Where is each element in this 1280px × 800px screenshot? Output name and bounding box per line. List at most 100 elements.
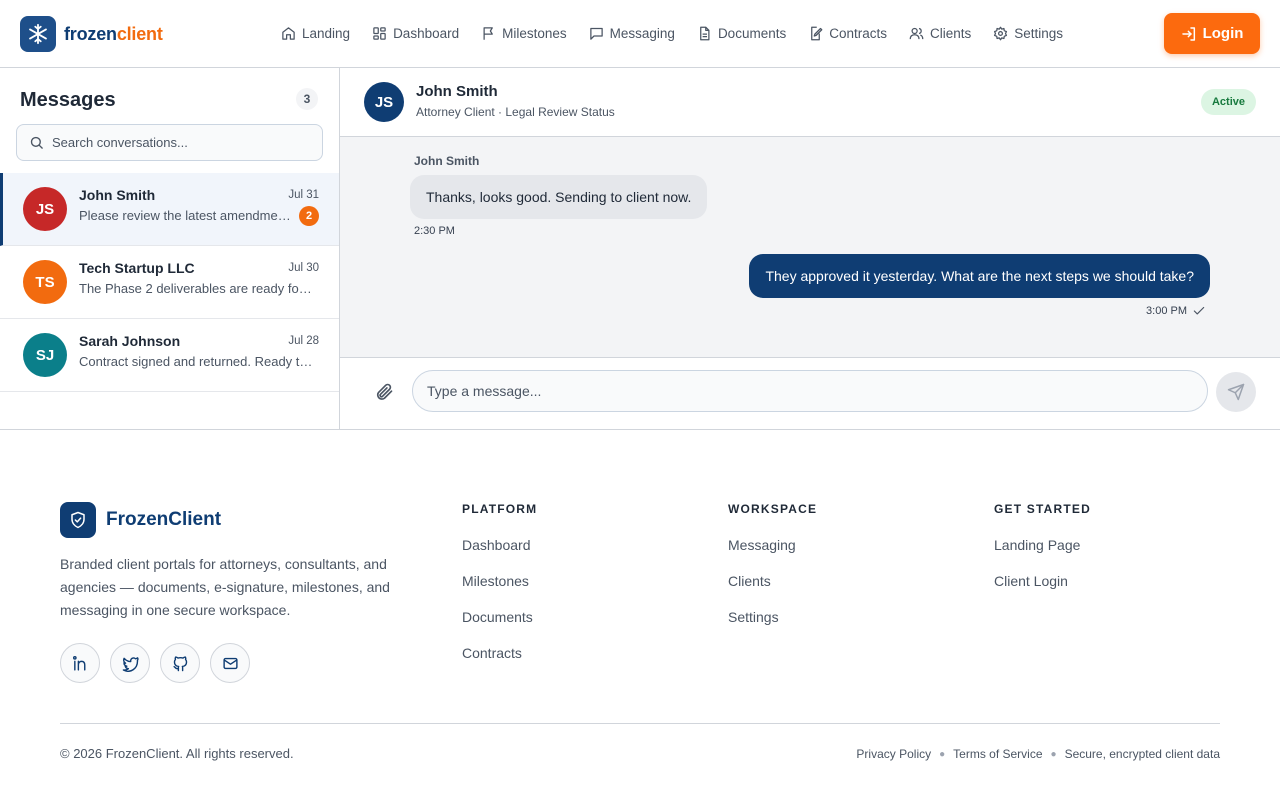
footer-link-client-login[interactable]: Client Login — [994, 573, 1091, 589]
footer-link-documents[interactable]: Documents — [462, 609, 537, 625]
footer-description: Branded client portals for attorneys, co… — [60, 556, 390, 618]
document-icon — [697, 26, 718, 41]
twitter-icon — [122, 655, 139, 672]
footer-column-title: WORKSPACE — [728, 502, 818, 516]
nav-label: Contracts — [829, 25, 887, 41]
conversation-item-tech-startup[interactable]: TS Tech Startup LLC Jul 30 The Phase 2 d… — [0, 246, 339, 319]
footer-column-title: GET STARTED — [994, 502, 1091, 516]
footer-link-contracts[interactable]: Contracts — [462, 645, 537, 661]
social-links — [60, 643, 260, 683]
contract-edit-icon — [808, 26, 829, 41]
chat-panel: JS John Smith Attorney Client · Legal Re… — [340, 68, 1280, 429]
chat-contact-name: John Smith — [416, 83, 498, 100]
email-link[interactable] — [210, 643, 250, 683]
legal-links: Privacy Policy ● Terms of Service ● Secu… — [856, 747, 1220, 761]
chat-contact-subtitle: Attorney Client · Legal Review Status — [416, 105, 615, 119]
footer-brand[interactable]: FrozenClient — [60, 502, 221, 538]
github-link[interactable] — [160, 643, 200, 683]
search-icon — [29, 135, 44, 150]
terms-of-service-link[interactable]: Terms of Service — [953, 747, 1042, 761]
conversation-name: Sarah Johnson — [79, 333, 181, 349]
privacy-policy-link[interactable]: Privacy Policy — [856, 747, 931, 761]
send-button[interactable] — [1216, 372, 1256, 412]
footer-link-clients[interactable]: Clients — [728, 573, 817, 589]
message-time: 2:30 PM — [414, 225, 455, 237]
avatar: SJ — [23, 333, 67, 377]
nav-label: Landing — [302, 25, 351, 41]
conversation-item-john-smith[interactable]: JS John Smith Jul 31 Please review the l… — [0, 173, 339, 246]
footer-column-get-started: GET STARTED Landing Page Client Login — [994, 502, 1091, 589]
separator-dot: ● — [1050, 748, 1057, 760]
linkedin-link[interactable] — [60, 643, 100, 683]
home-icon — [281, 26, 302, 41]
incoming-message-bubble: Thanks, looks good. Sending to client no… — [410, 175, 708, 219]
login-button[interactable]: Login — [1164, 13, 1260, 54]
brand-logo-link[interactable]: frozenclient — [20, 16, 163, 52]
footer-link-dashboard[interactable]: Dashboard — [462, 537, 537, 553]
nav-label: Dashboard — [393, 25, 460, 41]
status-badge: Active — [1200, 89, 1256, 115]
conversation-date: Jul 30 — [288, 262, 319, 274]
footer-link-landing-page[interactable]: Landing Page — [994, 537, 1091, 553]
footer-link-milestones[interactable]: Milestones — [462, 573, 537, 589]
gear-icon — [993, 26, 1014, 41]
conversation-preview: Contract signed and returned. Ready to p… — [79, 354, 316, 369]
conversation-preview: Please review the latest amendments to t… — [79, 208, 293, 223]
avatar: JS — [364, 82, 404, 122]
shield-check-icon — [60, 502, 96, 538]
nav-milestones[interactable]: Milestones — [472, 18, 576, 48]
site-footer: FrozenClient Branded client portals for … — [0, 429, 1280, 800]
top-header: frozenclient Landing Dashboard Milestone… — [0, 0, 1280, 68]
footer-column-title: PLATFORM — [462, 502, 538, 516]
brand-name: frozenclient — [64, 23, 163, 44]
snowflake-icon — [20, 16, 56, 52]
nav-documents[interactable]: Documents — [688, 18, 795, 48]
conversation-name: John Smith — [79, 187, 156, 203]
nav-label: Documents — [717, 25, 787, 41]
unread-count-badge: 2 — [299, 206, 319, 226]
conversation-item-sarah-johnson[interactable]: SJ Sarah Johnson Jul 28 Contract signed … — [0, 319, 339, 392]
twitter-link[interactable] — [110, 643, 150, 683]
conversation-sidebar: Messages 3 JS John Smith Jul 31 Please r… — [0, 68, 340, 429]
nav-landing[interactable]: Landing — [272, 18, 359, 48]
send-icon — [1227, 383, 1245, 401]
conversation-date: Jul 28 — [288, 335, 319, 347]
message-thread: John Smith Thanks, looks good. Sending t… — [340, 137, 1280, 358]
conversation-preview: The Phase 2 deliverables are ready for r… — [79, 281, 316, 296]
message-sender: John Smith — [414, 154, 480, 168]
main-nav: Landing Dashboard Milestones Messaging D… — [272, 18, 1076, 48]
nav-label: Milestones — [502, 25, 567, 41]
chat-header: JS John Smith Attorney Client · Legal Re… — [340, 68, 1280, 137]
avatar: TS — [23, 260, 67, 304]
users-icon — [909, 26, 930, 41]
message-icon — [589, 26, 610, 41]
login-icon — [1181, 26, 1203, 42]
login-label: Login — [1202, 25, 1244, 42]
mail-icon — [222, 655, 239, 672]
message-time: 3:00 PM — [1146, 305, 1187, 317]
github-icon — [172, 655, 189, 672]
conversation-date: Jul 31 — [288, 189, 319, 201]
avatar: JS — [23, 187, 67, 231]
attach-button[interactable] — [374, 382, 394, 402]
conversation-count-badge: 3 — [296, 88, 318, 110]
footer-brand-name: FrozenClient — [106, 509, 222, 530]
nav-dashboard[interactable]: Dashboard — [363, 18, 468, 48]
footer-link-settings[interactable]: Settings — [728, 609, 817, 625]
linkedin-icon — [72, 655, 89, 672]
security-note: Secure, encrypted client data — [1064, 747, 1220, 761]
footer-column-platform: PLATFORM Dashboard Milestones Documents … — [462, 502, 537, 661]
nav-clients[interactable]: Clients — [900, 18, 980, 48]
dashboard-icon — [372, 26, 393, 41]
nav-label: Messaging — [609, 25, 675, 41]
footer-divider — [60, 723, 1220, 724]
separator-dot: ● — [939, 748, 946, 760]
footer-link-messaging[interactable]: Messaging — [728, 537, 817, 553]
nav-settings[interactable]: Settings — [984, 18, 1072, 48]
read-check-icon — [1187, 304, 1206, 318]
message-input[interactable] — [412, 370, 1208, 412]
search-input[interactable] — [52, 135, 302, 150]
nav-messaging[interactable]: Messaging — [580, 18, 684, 48]
nav-contracts[interactable]: Contracts — [799, 18, 896, 48]
nav-label: Settings — [1014, 25, 1064, 41]
